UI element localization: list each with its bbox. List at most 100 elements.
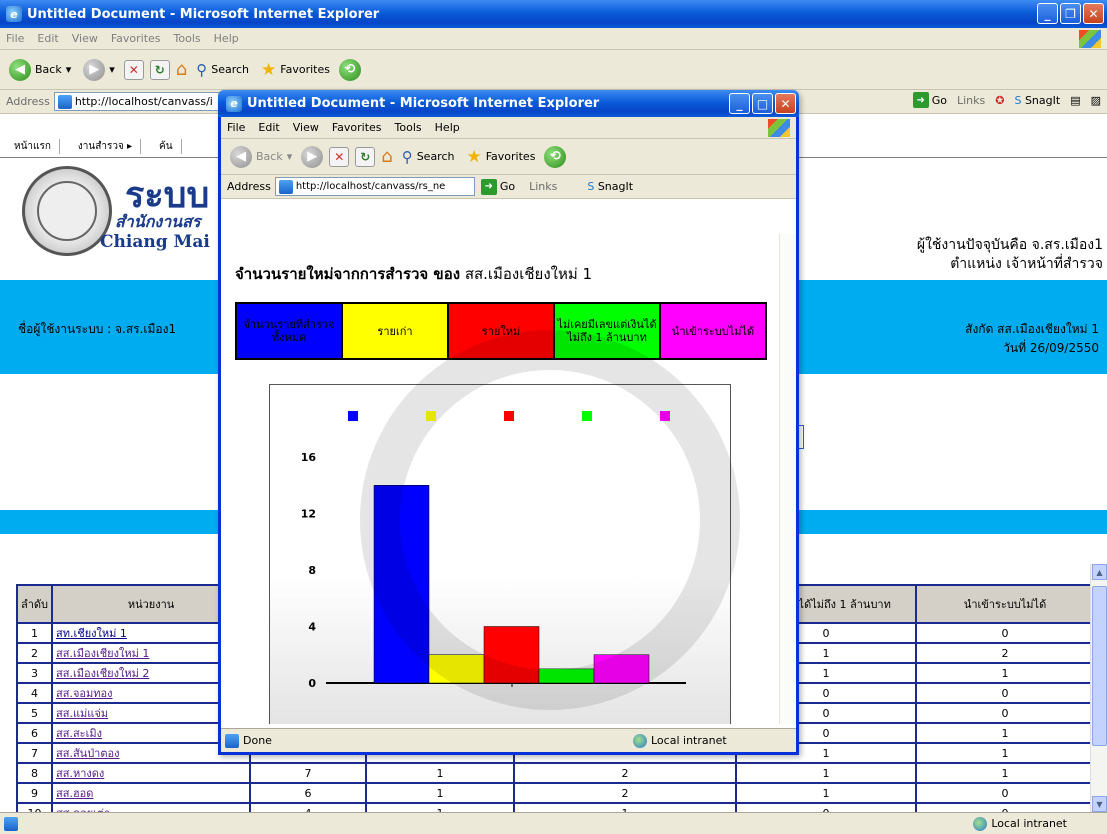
menu-view[interactable]: View [72, 32, 98, 45]
nav-search[interactable]: ค้น [151, 139, 182, 154]
snagit-button[interactable]: S SnagIt [1014, 94, 1060, 107]
popup-maximize-icon[interactable]: □ [752, 93, 773, 114]
main-title-bar[interactable]: e Untitled Document - Microsoft Internet… [0, 0, 1107, 28]
report-heading-unit: สส.เมืองเชียงใหม่ 1 [464, 265, 593, 283]
refresh-icon[interactable]: ↻ [149, 59, 170, 80]
menu-tools[interactable]: Tools [174, 32, 201, 45]
main-vertical-scrollbar[interactable]: ▲ ▼ [1090, 564, 1107, 812]
popup-page-content: จำนวนรายใหม่จากการสำรวจ ของ สส.เมืองเชีย… [221, 234, 781, 724]
popup-menu-file[interactable]: File [227, 121, 245, 134]
ie-logo-icon: e [6, 6, 22, 22]
translate-icon[interactable]: ✪ [995, 94, 1004, 107]
snagit-window-icon[interactable]: ▤ [1070, 94, 1080, 107]
popup-forward-arrow-icon[interactable]: ▶ [301, 145, 324, 168]
y-tick-label: 12 [301, 508, 316, 521]
popup-refresh-icon[interactable]: ↻ [355, 146, 376, 167]
stop-icon[interactable]: ✕ [123, 59, 144, 80]
value-cell: 0 [915, 682, 1096, 704]
popup-menu-favorites[interactable]: Favorites [332, 121, 382, 134]
popup-back-button[interactable]: ◀ Back ▾ [227, 144, 295, 170]
popup-status-zone: Local intranet [651, 734, 727, 747]
legend-cell: จำนวนรายที่สำรวจทั้งหมด [235, 302, 343, 360]
popup-favorites-button[interactable]: ★ Favorites [463, 145, 538, 169]
current-position-line: ตำแหน่ง เจ้าหน้าที่สำรวจ [950, 256, 1103, 272]
links-button[interactable]: Links [957, 94, 985, 107]
popup-snagit-button[interactable]: S SnagIt [587, 180, 633, 193]
menu-favorites[interactable]: Favorites [111, 32, 161, 45]
popup-status-bar: Done Local intranet [221, 728, 796, 752]
unit-link[interactable]: สส.ฮอด [56, 787, 93, 800]
status-page-icon [4, 816, 18, 831]
popup-close-icon[interactable]: ✕ [775, 93, 796, 114]
forward-arrow-icon: ▶ [83, 58, 106, 81]
row-number-cell: 2 [15, 642, 54, 664]
home-icon[interactable]: ⌂ [176, 59, 187, 80]
unit-link[interactable]: สส.จอมทอง [56, 687, 112, 700]
popup-history-icon[interactable]: ⟲ [544, 145, 567, 168]
nav-home[interactable]: หน้าแรก [6, 139, 60, 154]
minimize-icon[interactable]: _ [1037, 3, 1058, 24]
close-icon[interactable]: ✕ [1083, 3, 1104, 24]
scroll-down-icon[interactable]: ▼ [1092, 796, 1107, 812]
main-window-title: Untitled Document - Microsoft Internet E… [27, 6, 380, 22]
menu-edit[interactable]: Edit [37, 32, 58, 45]
popup-snagit-icon: S [587, 180, 595, 193]
col-header-no: ลำดับ [15, 584, 54, 624]
unit-link[interactable]: สส.แม่แจ่ม [56, 707, 108, 720]
main-go-button[interactable]: ➜ Go [912, 92, 947, 108]
popup-address-input[interactable]: http://localhost/canvass/rs_ne [274, 177, 475, 196]
bar-chart: 0 4 8 12 16 [301, 411, 686, 690]
scroll-thumb[interactable] [1092, 586, 1107, 746]
main-menubar: File Edit View Favorites Tools Help [0, 28, 1107, 50]
unit-link[interactable]: สส.เมืองเชียงใหม่ 1 [56, 647, 149, 660]
report-heading: จำนวนรายใหม่จากการสำรวจ ของ สส.เมืองเชีย… [235, 262, 592, 286]
legend-table: จำนวนรายที่สำรวจทั้งหมด รายเก่า รายใหม่ ไม่… [235, 302, 767, 360]
popup-home-icon[interactable]: ⌂ [381, 146, 392, 167]
menu-help[interactable]: Help [214, 32, 239, 45]
unit-link[interactable]: สส.สันป่าตอง [56, 747, 119, 760]
favorites-button[interactable]: ★ Favorites [258, 58, 333, 82]
unit-link[interactable]: สส.สะเมิง [56, 727, 102, 740]
popup-minimize-icon[interactable]: _ [729, 93, 750, 114]
popup-menu-help[interactable]: Help [435, 121, 460, 134]
unit-link-cell[interactable]: สส.ดอยเต่า [51, 802, 252, 812]
popup-go-arrow-icon: ➜ [480, 178, 497, 195]
back-button[interactable]: ◀ Back ▾ [6, 57, 74, 83]
popup-go-button[interactable]: ➜ Go [480, 178, 515, 195]
popup-menu-view[interactable]: View [293, 121, 319, 134]
menu-file[interactable]: File [6, 32, 24, 45]
main-status-bar: Local intranet [0, 812, 1107, 834]
value-cell: 1 [365, 802, 516, 812]
popup-page-icon [278, 179, 293, 194]
go-arrow-icon: ➜ [912, 92, 929, 108]
scroll-up-icon[interactable]: ▲ [1092, 564, 1107, 580]
popup-address-bar: Address http://localhost/canvass/rs_ne ➜… [221, 175, 796, 199]
popup-stop-icon[interactable]: ✕ [329, 146, 350, 167]
popup-vertical-scrollbar[interactable] [779, 234, 796, 724]
row-number-cell: 6 [15, 722, 54, 744]
snagit-edit-icon[interactable]: ▨ [1091, 94, 1101, 107]
chart-legend-swatch [504, 411, 514, 421]
chart-legend-swatch [660, 411, 670, 421]
popup-menu-edit[interactable]: Edit [258, 121, 279, 134]
row-number-cell: 5 [15, 702, 54, 724]
popup-search-button[interactable]: ⚲ Search [399, 146, 458, 168]
forward-button[interactable]: ▶ ▾ [80, 57, 118, 83]
chart-frame: 0 4 8 12 16 [269, 384, 731, 724]
unit-link[interactable]: สท.เชียงใหม่ 1 [56, 627, 127, 640]
restore-icon[interactable]: ❐ [1060, 3, 1081, 24]
nav-survey[interactable]: งานสำรวจ ▸ [70, 139, 142, 154]
search-button[interactable]: ⚲ Search [193, 59, 252, 81]
address-label: Address [6, 95, 50, 108]
table-row: 9 สส.ฮอด 6 1 2 1 0 [15, 782, 1096, 804]
popup-ie-logo-icon: e [226, 95, 242, 112]
popup-links-button[interactable]: Links [529, 180, 557, 193]
unit-link[interactable]: สส.เมืองเชียงใหม่ 2 [56, 667, 149, 680]
unit-link-cell[interactable]: สส.หางดง [51, 762, 252, 784]
history-icon[interactable]: ⟲ [338, 58, 361, 81]
chart-legend-swatch [348, 411, 358, 421]
unit-link-cell[interactable]: สส.ฮอด [51, 782, 252, 804]
unit-link[interactable]: สส.หางดง [56, 767, 104, 780]
popup-title-bar[interactable]: e Untitled Document - Microsoft Internet… [218, 90, 799, 117]
popup-menu-tools[interactable]: Tools [395, 121, 422, 134]
